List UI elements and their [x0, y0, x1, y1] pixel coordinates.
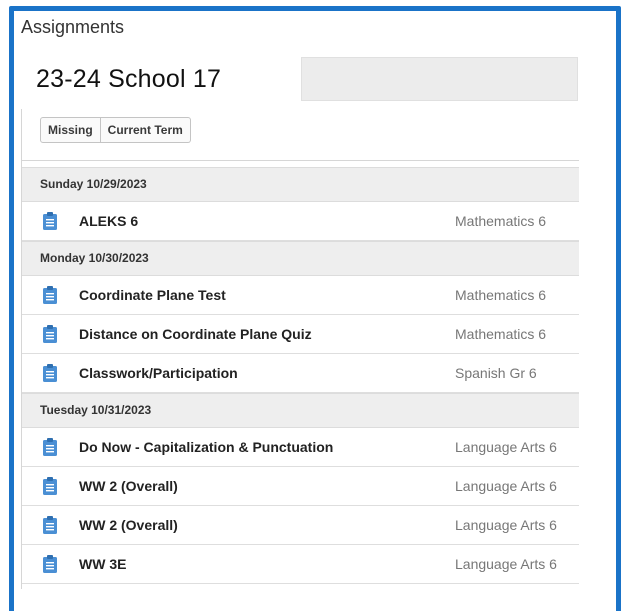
course-name: Language Arts 6 — [455, 478, 557, 494]
clipboard-icon — [43, 477, 57, 495]
date-header: Monday 10/30/2023 — [22, 241, 579, 276]
assignment-name: Classwork/Participation — [79, 365, 238, 381]
assignment-row[interactable]: Distance on Coordinate Plane Quiz Mathem… — [22, 315, 579, 354]
course-name: Language Arts 6 — [455, 439, 557, 455]
assignment-name: WW 2 (Overall) — [79, 517, 178, 533]
assignments-panel: Missing Current Term Sunday 10/29/2023 A… — [21, 109, 579, 589]
header-bar — [301, 57, 578, 101]
assignment-name: Coordinate Plane Test — [79, 287, 226, 303]
missing-filter-button[interactable]: Missing — [40, 117, 101, 143]
assignment-row[interactable]: WW 2 (Overall) Language Arts 6 — [22, 467, 579, 506]
date-header: Sunday 10/29/2023 — [22, 167, 579, 202]
clipboard-icon — [43, 212, 57, 230]
assignment-list: Sunday 10/29/2023 ALEKS 6 Mathematics 6 … — [22, 167, 579, 584]
assignment-name: Do Now - Capitalization & Punctuation — [79, 439, 334, 455]
assignment-row[interactable]: Do Now - Capitalization & Punctuation La… — [22, 428, 579, 467]
assignment-name: WW 2 (Overall) — [79, 478, 178, 494]
assignment-row[interactable]: WW 3E Language Arts 6 — [22, 545, 579, 584]
course-name: Language Arts 6 — [455, 556, 557, 572]
course-name: Spanish Gr 6 — [455, 365, 537, 381]
assignment-row[interactable]: ALEKS 6 Mathematics 6 — [22, 202, 579, 241]
divider — [22, 160, 579, 161]
course-name: Language Arts 6 — [455, 517, 557, 533]
assignment-name: Distance on Coordinate Plane Quiz — [79, 326, 312, 342]
clipboard-icon — [43, 516, 57, 534]
date-header: Tuesday 10/31/2023 — [22, 393, 579, 428]
clipboard-icon — [43, 364, 57, 382]
page-title: Assignments — [21, 17, 125, 37]
course-name: Mathematics 6 — [455, 326, 547, 342]
assignment-name: WW 3E — [79, 556, 127, 572]
assignment-row[interactable]: Classwork/Participation Spanish Gr 6 — [22, 354, 579, 393]
school-name: 23-24 School 17 — [36, 65, 222, 93]
assignment-row[interactable]: Coordinate Plane Test Mathematics 6 — [22, 276, 579, 315]
current-term-filter-button[interactable]: Current Term — [100, 117, 191, 143]
course-name: Mathematics 6 — [455, 213, 547, 229]
course-name: Mathematics 6 — [455, 287, 547, 303]
clipboard-icon — [43, 555, 57, 573]
assignment-name: ALEKS 6 — [79, 213, 139, 229]
assignment-row[interactable]: WW 2 (Overall) Language Arts 6 — [22, 506, 579, 545]
clipboard-icon — [43, 325, 57, 343]
clipboard-icon — [43, 438, 57, 456]
filter-toolbar: Missing Current Term — [40, 117, 191, 143]
clipboard-icon — [43, 286, 57, 304]
